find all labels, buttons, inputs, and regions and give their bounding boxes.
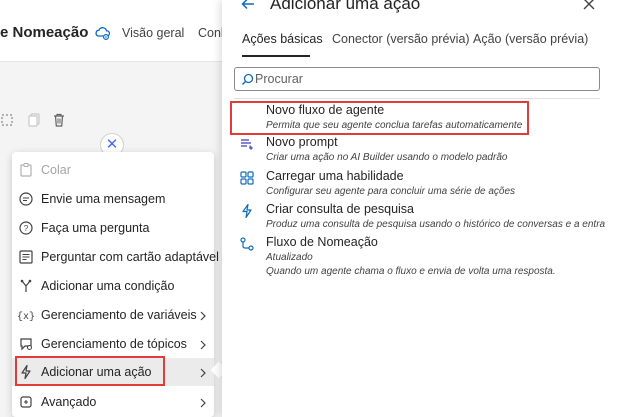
condition-icon xyxy=(18,278,34,294)
flow-icon xyxy=(240,237,254,251)
action-item-new-prompt[interactable]: Novo prompt Criar uma ação no AI Builder… xyxy=(234,135,600,169)
menu-item-label: Adicionar uma condição xyxy=(41,279,175,293)
search-box[interactable] xyxy=(234,67,600,91)
action-item-naming-flow[interactable]: Fluxo de Nomeação Atualizado Quando um a… xyxy=(234,235,600,281)
menu-item-paste[interactable]: Colar xyxy=(12,156,214,184)
tab-connector-preview[interactable]: Conector (versão prévia) xyxy=(332,32,470,46)
menu-item-label: Avançado xyxy=(41,395,97,409)
menu-item-send-message[interactable]: Envie uma mensagem xyxy=(12,185,214,213)
nav-overview[interactable]: Visão geral xyxy=(122,26,184,40)
search-query-icon xyxy=(240,203,254,219)
search-icon xyxy=(241,73,254,86)
menu-item-label: Envie uma mensagem xyxy=(41,192,166,206)
action-subtitle: Configurar seu agente para concluir uma … xyxy=(266,186,516,197)
menu-item-advanced[interactable]: Avançado xyxy=(12,388,214,416)
menu-item-label: Colar xyxy=(41,163,71,177)
add-action-panel: Adicionar uma ação Ações básicas Conecto… xyxy=(222,0,628,417)
paste-icon xyxy=(18,162,34,178)
search-input[interactable] xyxy=(255,70,585,88)
panel-title: Adicionar uma ação xyxy=(270,0,421,13)
svg-text:{x}: {x} xyxy=(18,311,34,323)
question-icon: ? xyxy=(18,220,34,236)
prompt-icon xyxy=(240,137,254,151)
close-icon[interactable] xyxy=(582,0,596,11)
select-icon[interactable] xyxy=(0,112,16,128)
menu-item-topic-management[interactable]: Gerenciamento de tópicos xyxy=(12,330,214,358)
back-arrow-icon[interactable] xyxy=(240,0,256,12)
variable-icon: {x} xyxy=(17,307,35,323)
svg-text:?: ? xyxy=(24,224,29,233)
message-icon xyxy=(18,191,34,207)
list-divider xyxy=(234,98,600,99)
chevron-right-icon xyxy=(198,366,208,378)
highlight-box-add-action xyxy=(15,356,165,386)
action-item-load-skill[interactable]: Carregar uma habilidade Configurar seu a… xyxy=(234,169,600,203)
tab-basic-actions[interactable]: Ações básicas xyxy=(242,32,323,46)
action-subtitle: Produz uma consulta de pesquisa usando o… xyxy=(266,219,606,230)
action-subtitle: Atualizado xyxy=(266,252,313,263)
chevron-right-icon xyxy=(198,338,208,350)
copy-icon[interactable] xyxy=(26,112,42,128)
action-item-create-search-query[interactable]: Criar consulta de pesquisa Produz uma co… xyxy=(234,202,605,236)
chevron-right-icon xyxy=(198,396,208,408)
topic-icon xyxy=(18,336,34,352)
adaptive-card-icon xyxy=(18,249,34,265)
delete-icon[interactable] xyxy=(51,112,67,128)
action-subtitle: Criar uma ação no AI Builder usando o mo… xyxy=(266,152,508,163)
chevron-right-icon xyxy=(198,309,208,321)
tab-selected-indicator xyxy=(242,55,310,57)
tab-action-preview[interactable]: Ação (versão prévia) xyxy=(473,32,588,46)
action-title: Carregar uma habilidade xyxy=(266,169,404,183)
menu-item-adaptive-card[interactable]: Perguntar com cartão adaptável xyxy=(12,243,219,271)
highlight-box-new-agent-flow xyxy=(230,101,529,135)
advanced-icon xyxy=(18,394,34,410)
flow-title: e Nomeação xyxy=(0,24,89,41)
cloud-settings-icon[interactable] xyxy=(94,24,112,42)
menu-item-variable-management[interactable]: {x} Gerenciamento de variáveis xyxy=(12,301,214,329)
menu-item-add-condition[interactable]: Adicionar uma condição xyxy=(12,272,214,300)
action-title: Fluxo de Nomeação xyxy=(266,235,378,249)
menu-item-label: Faça uma pergunta xyxy=(41,221,150,235)
menu-item-label: Gerenciamento de tópicos xyxy=(41,337,187,351)
menu-item-label: Gerenciamento de variáveis xyxy=(41,308,197,322)
menu-item-ask-question[interactable]: ? Faça uma pergunta xyxy=(12,214,214,242)
action-title: Novo prompt xyxy=(266,135,338,149)
skill-icon xyxy=(240,171,254,185)
menu-item-label: Perguntar com cartão adaptável xyxy=(41,250,219,264)
action-title: Criar consulta de pesquisa xyxy=(266,202,414,216)
action-description: Quando um agente chama o fluxo e envia d… xyxy=(266,266,556,277)
